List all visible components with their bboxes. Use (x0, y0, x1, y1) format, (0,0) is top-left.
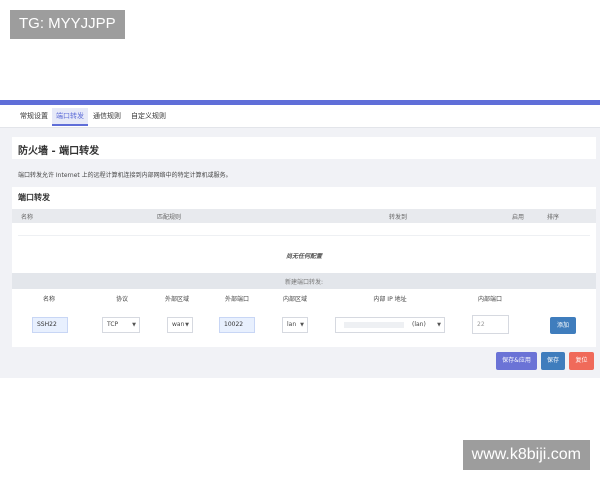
reset-button[interactable]: 复位 (569, 352, 594, 370)
internal-ip-select[interactable]: (lan) ▼ (335, 317, 445, 333)
new-forward-header: 新建端口转发: (12, 273, 596, 289)
col-sort: 排序 (547, 214, 560, 221)
new-forward-columns: 名称 协议 外部区域 外部端口 内部区域 内部 IP 地址 内部端口 (12, 291, 596, 305)
chevron-down-icon: ▼ (132, 322, 136, 328)
protocol-select[interactable]: TCP ▼ (102, 317, 140, 333)
chevron-down-icon: ▼ (185, 322, 189, 328)
luci-firewall-page: 常规设置 端口转发 通信规则 自定义规则 防火墙 - 端口转发 端口转发允许 I… (0, 100, 600, 378)
empty-table-message: 尚无任何配置 (285, 253, 322, 260)
new-col-ext-port: 外部端口 (224, 296, 250, 303)
tab-port-forwards[interactable]: 端口转发 (52, 108, 88, 126)
internal-port-input[interactable]: 22 (472, 315, 509, 334)
page-description: 端口转发允许 Internet 上的远程计算机连接到内部网络中的特定计算机或服务… (18, 172, 232, 179)
redacted-ip (344, 322, 404, 328)
tab-general[interactable]: 常规设置 (16, 108, 52, 125)
new-forward-title: 新建端口转发: (284, 279, 324, 286)
page-title-box: 防火墙 - 端口转发 (12, 137, 596, 159)
tab-custom-rules[interactable]: 自定义规则 (127, 108, 170, 125)
new-col-ext-zone: 外部区域 (164, 296, 190, 303)
new-col-int-port: 内部端口 (477, 296, 503, 303)
protocol-value: TCP (107, 321, 119, 328)
save-button[interactable]: 保存 (541, 352, 565, 370)
new-col-protocol: 协议 (115, 296, 129, 303)
save-apply-button[interactable]: 保存&应用 (496, 352, 537, 370)
add-button[interactable]: 添加 (550, 317, 576, 334)
port-forward-panel: 端口转发 名称 匹配规则 转发到 启用 排序 尚无任何配置 新建端口转发: 名称… (12, 187, 596, 347)
watermark-top-left: TG: MYYJJPP (10, 10, 125, 39)
external-port-input[interactable]: 10022 (219, 317, 255, 333)
internal-zone-value: lan (287, 321, 297, 328)
page-title: 防火墙 - 端口转发 (18, 146, 100, 157)
forwards-table-header: 名称 匹配规则 转发到 启用 排序 (12, 209, 596, 223)
tab-bar: 常规设置 端口转发 通信规则 自定义规则 (0, 105, 600, 128)
chevron-down-icon: ▼ (437, 322, 441, 328)
section-title: 端口转发 (18, 193, 50, 202)
col-enable: 启用 (512, 214, 525, 221)
new-col-name: 名称 (42, 296, 56, 303)
external-zone-value: wan (172, 321, 185, 328)
watermark-bottom-right: www.k8biji.com (462, 440, 590, 470)
col-match: 匹配规则 (157, 214, 182, 221)
divider (18, 235, 590, 236)
tab-traffic-rules[interactable]: 通信规则 (89, 108, 125, 125)
external-zone-select[interactable]: wan ▼ (167, 317, 193, 333)
internal-zone-select[interactable]: lan ▼ (282, 317, 308, 333)
new-col-int-zone: 内部区域 (282, 296, 308, 303)
col-name: 名称 (21, 214, 34, 221)
col-forward-to: 转发到 (389, 214, 408, 221)
name-input[interactable]: SSH22 (32, 317, 68, 333)
chevron-down-icon: ▼ (300, 322, 304, 328)
internal-ip-suffix: (lan) (412, 321, 426, 328)
new-col-int-ip: 内部 IP 地址 (373, 296, 407, 303)
